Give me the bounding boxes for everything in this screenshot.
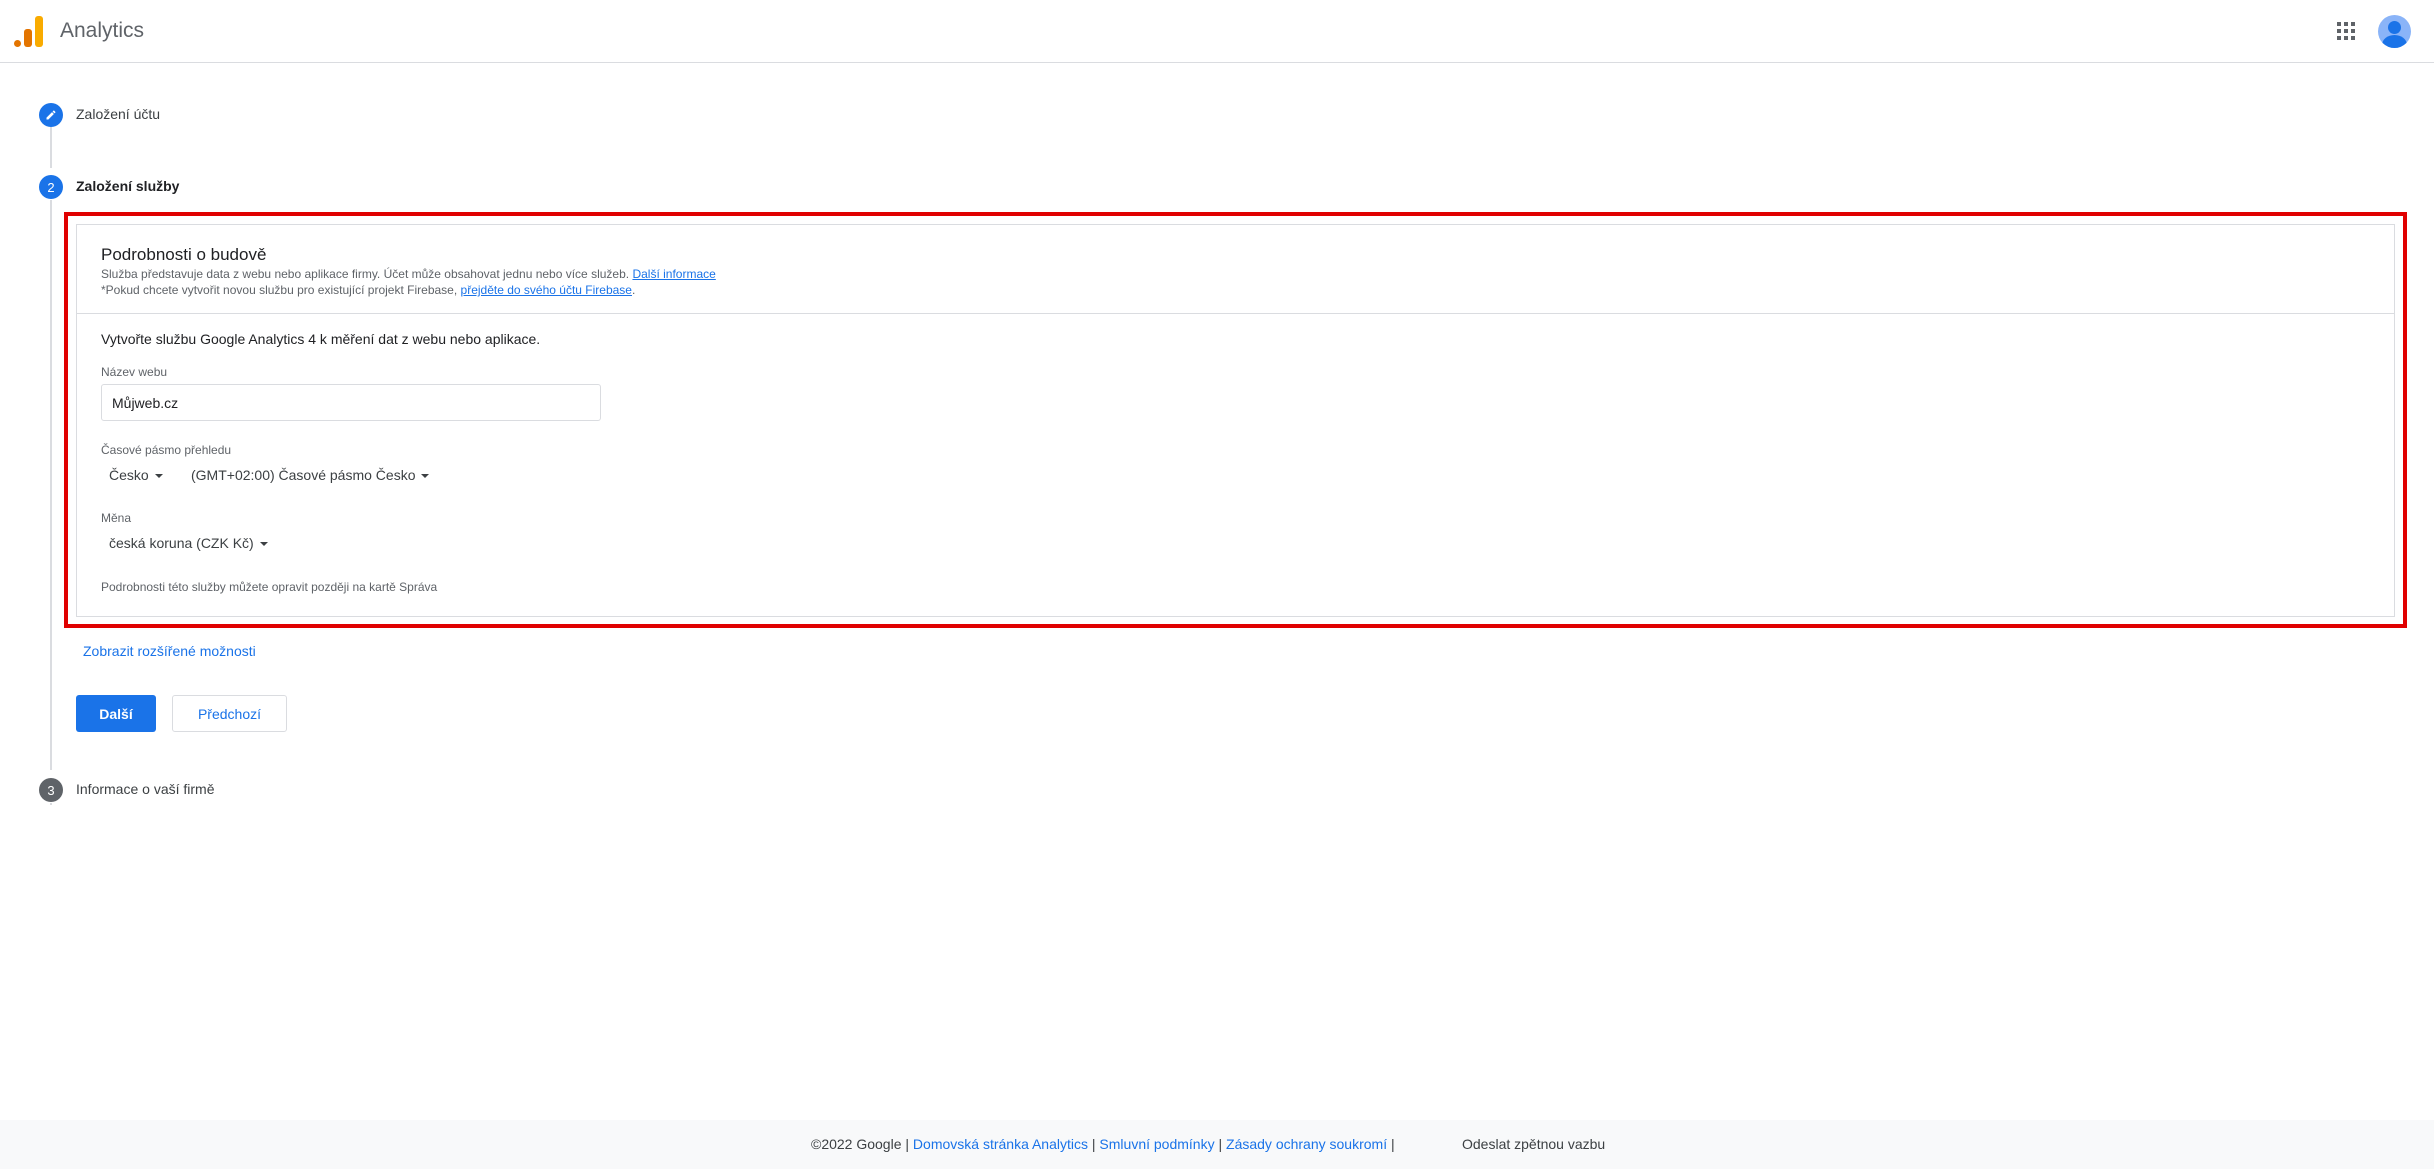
- firebase-note-text: *Pokud chcete vytvořit novou službu pro …: [101, 283, 458, 297]
- account-avatar-icon[interactable]: [2378, 15, 2411, 48]
- card-description: Služba představuje data z webu nebo apli…: [101, 267, 716, 281]
- timezone-label: Časové pásmo přehledu: [101, 443, 232, 457]
- card-header: Podrobnosti o budově Služba představuje …: [77, 225, 2394, 314]
- chevron-down-icon: [259, 542, 268, 547]
- currency-dropdown[interactable]: česká koruna (CZK Kč): [109, 535, 268, 551]
- edit-later-note: Podrobnosti této služby můžete opravit p…: [101, 580, 438, 594]
- show-advanced-options-link[interactable]: Zobrazit rozšířené možnosti: [83, 643, 256, 659]
- privacy-policy-link[interactable]: Zásady ochrany soukromí: [1226, 1136, 1387, 1152]
- chevron-down-icon: [154, 474, 163, 479]
- terms-link[interactable]: Smluvní podmínky: [1099, 1136, 1214, 1152]
- firebase-note: *Pokud chcete vytvořit novou službu pro …: [101, 283, 635, 297]
- currency-label: Měna: [101, 511, 132, 525]
- timezone-value: (GMT+02:00) Časové pásmo Česko: [191, 467, 416, 483]
- country-value: Česko: [109, 467, 149, 483]
- step-number-badge: 2: [39, 175, 63, 199]
- google-analytics-logo-icon[interactable]: [14, 16, 44, 47]
- footer-separator: |: [1218, 1136, 1223, 1152]
- step-label-property-setup: Založení služby: [76, 178, 180, 194]
- firebase-note-end: .: [631, 283, 636, 297]
- analytics-home-link[interactable]: Domovská stránka Analytics: [913, 1136, 1088, 1152]
- app-title[interactable]: Analytics: [60, 19, 144, 43]
- footer-links: ©2022 Google | Domovská stránka Analytic…: [811, 1136, 1395, 1152]
- apps-grid-icon[interactable]: [2337, 22, 2355, 40]
- card-description-text: Služba představuje data z webu nebo apli…: [101, 267, 630, 281]
- footer-separator: |: [1091, 1136, 1096, 1152]
- card-title: Podrobnosti o budově: [101, 245, 267, 264]
- timezone-dropdown[interactable]: (GMT+02:00) Časové pásmo Česko: [191, 467, 430, 483]
- step-label-account-setup[interactable]: Založení účtu: [76, 106, 160, 122]
- step-1-pencil-icon: [39, 103, 63, 127]
- send-feedback-link[interactable]: Odeslat zpětnou vazbu: [1462, 1136, 1605, 1152]
- property-details-card: Podrobnosti o budově Služba představuje …: [76, 224, 2395, 617]
- stepper-connector: [50, 127, 52, 168]
- previous-button[interactable]: Předchozí: [172, 695, 287, 732]
- firebase-account-link[interactable]: přejděte do svého účtu Firebase: [461, 283, 632, 297]
- ga4-intro-text: Vytvořte službu Google Analytics 4 k měř…: [101, 331, 541, 347]
- chevron-down-icon: [421, 474, 430, 479]
- stepper-connector: [50, 803, 52, 805]
- stepper-connector: [50, 200, 52, 770]
- site-name-label: Název webu: [101, 365, 168, 379]
- copyright-text: ©2022 Google |: [811, 1136, 910, 1152]
- top-app-bar: Analytics: [0, 0, 2434, 63]
- footer: ©2022 Google | Domovská stránka Analytic…: [0, 1120, 2434, 1169]
- next-button[interactable]: Další: [76, 695, 156, 732]
- step-label-business-info: Informace o vaší firmě: [76, 781, 215, 797]
- site-name-input[interactable]: [101, 384, 601, 421]
- step-number-badge: 3: [39, 778, 63, 802]
- country-dropdown[interactable]: Česko: [109, 467, 163, 483]
- currency-value: česká koruna (CZK Kč): [109, 535, 254, 551]
- learn-more-link[interactable]: Další informace: [632, 267, 715, 281]
- footer-separator: |: [1390, 1136, 1395, 1152]
